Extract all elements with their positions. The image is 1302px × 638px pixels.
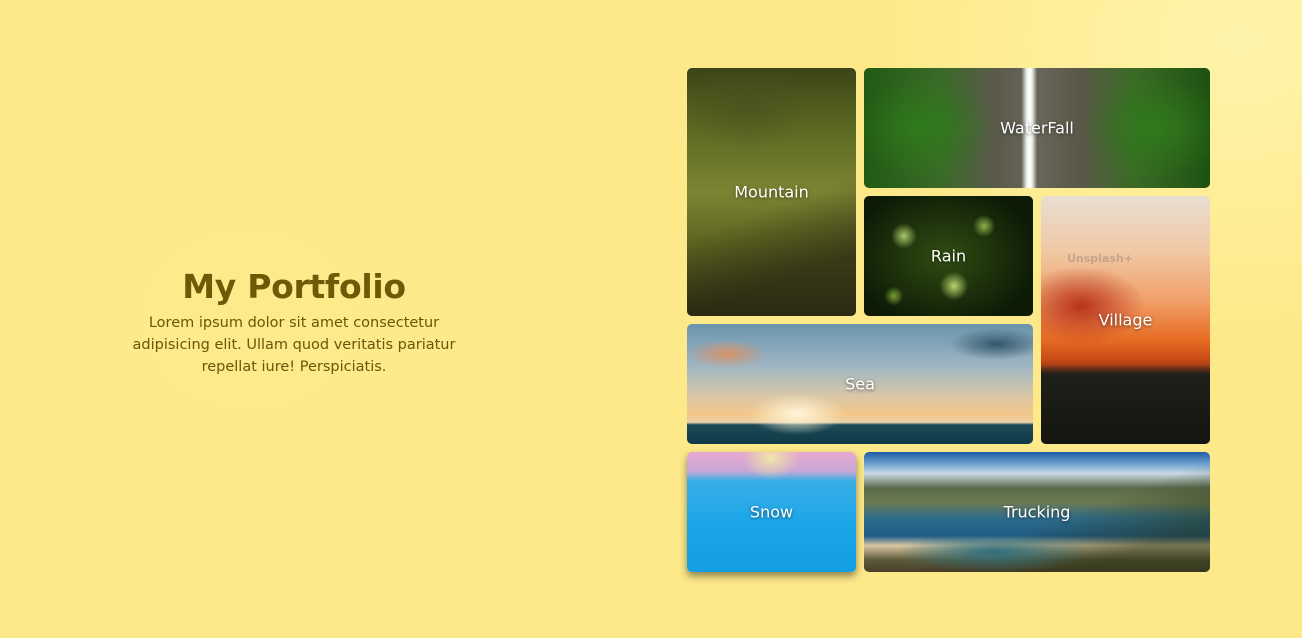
gallery-item-waterfall[interactable]: WaterFall	[864, 68, 1210, 188]
gallery-item-label: Mountain	[734, 182, 809, 202]
portfolio-gallery: Mountain WaterFall Rain Unsplash+ Villag…	[687, 68, 1211, 572]
gallery-item-mountain[interactable]: Mountain	[687, 68, 856, 316]
page-title: My Portfolio	[182, 267, 406, 306]
gallery-item-rain[interactable]: Rain	[864, 196, 1033, 316]
gallery-item-label: WaterFall	[1000, 118, 1074, 138]
gallery-item-village[interactable]: Unsplash+ Village	[1041, 196, 1210, 444]
gallery-item-trucking[interactable]: Trucking	[864, 452, 1210, 572]
gallery-item-label: Village	[1098, 310, 1153, 330]
gallery-item-label: Snow	[749, 502, 794, 522]
gallery-item-label: Trucking	[1003, 502, 1071, 522]
portfolio-intro: My Portfolio Lorem ipsum dolor sit amet …	[114, 262, 474, 378]
gallery-item-sea[interactable]: Sea	[687, 324, 1033, 444]
gallery-item-label: Sea	[845, 374, 875, 394]
gallery-item-snow[interactable]: Snow	[687, 452, 856, 572]
gallery-item-label: Rain	[930, 246, 967, 266]
intro-description: Lorem ipsum dolor sit amet consectetur a…	[132, 315, 456, 375]
